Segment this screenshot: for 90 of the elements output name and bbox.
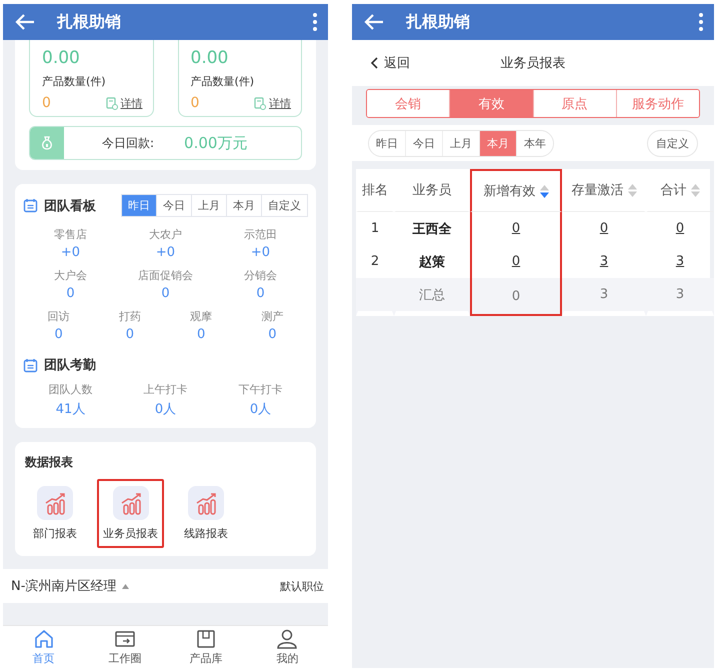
column-header[interactable]: 新增有效 <box>470 169 562 212</box>
value-link[interactable]: 0 <box>646 212 714 245</box>
name-cell-text: 赵策 <box>418 254 446 272</box>
details-link[interactable]: 详情 <box>254 96 291 110</box>
period-tab[interactable]: 本月 <box>226 195 261 216</box>
value-link[interactable]: 0 <box>470 212 562 245</box>
payment-label: 今日回款: <box>102 134 154 152</box>
count-label: 产品数量(件) <box>42 74 106 89</box>
column-header: 业务员 <box>394 169 470 212</box>
report-item[interactable]: 线路报表 <box>178 479 234 548</box>
metric-value: +0 <box>60 245 80 260</box>
section-title: 数据报表 <box>25 454 74 471</box>
metric-label: 零售店 <box>54 227 87 242</box>
total-cell: 3 <box>646 278 714 316</box>
metric-label: 大户会 <box>54 268 87 283</box>
column-header[interactable]: 合计 <box>646 169 714 212</box>
metric-value: 0人 <box>154 401 176 418</box>
chevron-left-icon <box>370 57 378 69</box>
report-item[interactable]: 部门报表 <box>27 479 83 548</box>
custom-period-button[interactable]: 自定义 <box>647 130 698 156</box>
period-tab[interactable]: 上月 <box>191 195 226 216</box>
count-value: 0 <box>42 95 51 111</box>
more-menu-icon[interactable] <box>698 12 704 32</box>
details-link[interactable]: 详情 <box>106 96 142 110</box>
section-title: 团队看板 <box>44 198 97 214</box>
period-tab[interactable]: 本年 <box>516 130 553 156</box>
back-arrow-icon[interactable] <box>15 14 35 30</box>
calendar-icon <box>23 198 38 213</box>
metric-value: 0 <box>126 327 134 342</box>
metric-value: 0 <box>256 286 265 301</box>
metric-label: 示范田 <box>244 227 277 242</box>
metric-label: 回访 <box>48 309 70 324</box>
nav-tab[interactable]: 产品库 <box>166 626 247 668</box>
nav-tab[interactable]: 我的 <box>246 626 328 668</box>
more-menu-icon[interactable] <box>312 12 318 32</box>
metric-label: 打药 <box>118 309 141 324</box>
count-label: 产品数量(件) <box>190 74 254 89</box>
metric-label: 观摩 <box>190 309 212 324</box>
metric-label: 团队人数 <box>48 382 92 397</box>
nav-tab[interactable]: 工作圈 <box>84 626 166 668</box>
document-clock-icon <box>254 96 266 110</box>
metric-value: 0 <box>161 286 170 301</box>
metric-value: 0 <box>54 327 63 342</box>
stat-value: 0.00 <box>42 48 80 68</box>
metric-label: 测产 <box>261 309 284 324</box>
metric-value: +0 <box>250 245 270 260</box>
metric-value: +0 <box>156 245 176 260</box>
value-link[interactable]: 0 <box>562 212 646 245</box>
period-tab[interactable]: 自定义 <box>261 195 307 216</box>
home-icon <box>32 628 55 649</box>
money-bag-icon <box>41 136 53 150</box>
metric-value: 0 <box>196 327 206 342</box>
page-title: 业务员报表 <box>500 56 566 71</box>
count-value: 0 <box>190 95 200 111</box>
sort-icon[interactable] <box>540 184 548 198</box>
payment-value: 0.00万元 <box>184 134 248 152</box>
calendar-icon <box>23 358 38 372</box>
total-cell: 3 <box>562 278 646 316</box>
caret-up-icon <box>122 584 130 588</box>
metric-label: 店面促销会 <box>138 268 193 283</box>
rank-cell-text: 2 <box>370 253 380 271</box>
metric-label: 分销会 <box>244 268 277 283</box>
metric-label: 上午打卡 <box>144 382 188 397</box>
value-link[interactable]: 3 <box>646 245 714 278</box>
app-title: 扎根助销 <box>406 12 471 32</box>
position-name[interactable]: N-滨州南片区经理 <box>11 577 116 595</box>
metric-value: 41人 <box>56 401 86 418</box>
back-button[interactable]: 返回 <box>370 54 410 72</box>
box-icon <box>195 628 218 649</box>
metric-label: 大农户 <box>149 227 182 242</box>
metric-value: 0人 <box>250 401 272 418</box>
default-position-label: 默认职位 <box>280 578 324 594</box>
metric-value: 0 <box>268 327 277 342</box>
name-cell-text: 王西全 <box>412 220 452 238</box>
value-link[interactable]: 3 <box>562 245 646 278</box>
report-item[interactable]: 业务员报表 <box>97 479 164 548</box>
app-title: 扎根助销 <box>57 12 122 32</box>
column-header: 排名 <box>356 169 394 212</box>
column-header[interactable]: 存量激活 <box>562 169 646 212</box>
rank-cell-text: 1 <box>370 220 380 238</box>
user-icon <box>276 628 298 649</box>
section-title: 团队考勤 <box>44 357 97 374</box>
total-label: 汇总 <box>394 278 470 316</box>
stat-value: 0.00 <box>190 48 228 68</box>
period-tab[interactable]: 今日 <box>156 195 191 216</box>
back-arrow-icon[interactable] <box>364 14 384 30</box>
metric-value: 0 <box>66 286 75 301</box>
metric-label: 下午打卡 <box>238 382 282 397</box>
document-clock-icon <box>106 96 118 110</box>
total-cell: 0 <box>470 278 562 316</box>
